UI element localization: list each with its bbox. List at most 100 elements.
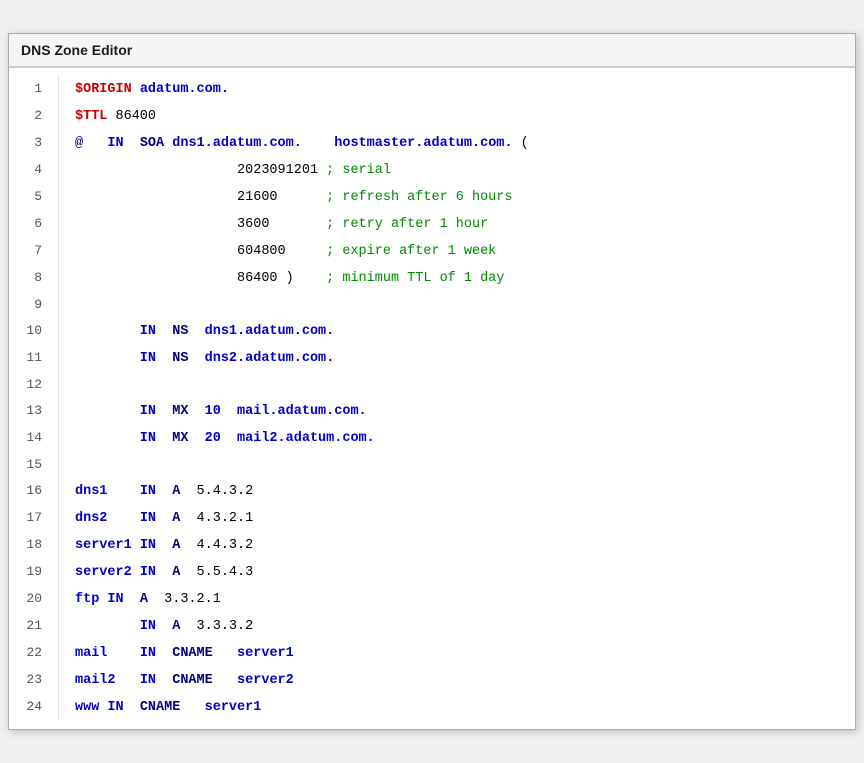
code-segment: 604800	[75, 244, 326, 259]
code-segment: ; serial	[326, 163, 391, 178]
code-segment: IN	[140, 565, 172, 580]
code-content: dns1 IN A 5.4.3.2	[75, 479, 855, 505]
code-content: $ORIGIN adatum.com.	[75, 77, 855, 103]
table-row: 20ftp IN A 3.3.2.1	[9, 586, 855, 613]
code-segment: ; minimum TTL of 1 day	[326, 271, 504, 286]
code-segment: dns1.adatum.com.	[164, 136, 326, 151]
code-segment: www	[75, 700, 107, 715]
code-segment: IN	[75, 404, 172, 419]
table-row: 1$ORIGIN adatum.com.	[9, 76, 855, 103]
code-segment: 20 mail2.adatum.com.	[188, 431, 374, 446]
code-segment: 86400 )	[75, 271, 326, 286]
code-content: 21600 ; refresh after 6 hours	[75, 185, 855, 211]
code-segment: server1	[213, 646, 294, 661]
code-content: 2023091201 ; serial	[75, 158, 855, 184]
code-content: mail IN CNAME server1	[75, 641, 855, 667]
code-content: IN NS dns2.adatum.com.	[75, 346, 855, 372]
code-segment: dns1.adatum.com.	[188, 324, 334, 339]
table-row: 2 $TTL 86400	[9, 103, 855, 130]
code-segment: 3.3.3.2	[180, 619, 253, 634]
table-row: 12	[9, 372, 855, 398]
code-segment: MX	[172, 431, 188, 446]
title-bar: DNS Zone Editor	[9, 34, 855, 68]
code-segment: IN	[140, 511, 172, 526]
code-segment: dns1	[75, 484, 140, 499]
line-number: 18	[9, 532, 59, 558]
window-title: DNS Zone Editor	[21, 42, 132, 58]
table-row: 17dns2 IN A 4.3.2.1	[9, 505, 855, 532]
code-segment: 86400	[107, 109, 156, 124]
code-segment: 4.4.3.2	[180, 538, 253, 553]
table-row: 8 86400 ) ; minimum TTL of 1 day	[9, 265, 855, 292]
line-number: 7	[9, 238, 59, 264]
line-number: 22	[9, 640, 59, 666]
code-segment: dns2.adatum.com.	[188, 351, 334, 366]
table-row: 15	[9, 452, 855, 478]
code-segment: server2	[75, 565, 140, 580]
code-segment: CNAME	[172, 673, 213, 688]
line-number: 24	[9, 694, 59, 720]
code-segment: SOA	[140, 136, 164, 151]
line-number: 13	[9, 398, 59, 424]
line-number: 6	[9, 211, 59, 237]
code-content: $TTL 86400	[75, 104, 855, 130]
code-segment: 5.5.4.3	[180, 565, 253, 580]
code-segment: IN	[83, 136, 140, 151]
code-content: server2 IN A 5.5.4.3	[75, 560, 855, 586]
code-segment: 21600	[75, 190, 326, 205]
table-row: 16 dns1 IN A 5.4.3.2	[9, 478, 855, 505]
table-row: 3 @ IN SOA dns1.adatum.com. hostmaster.ad…	[9, 130, 855, 157]
code-content: IN MX 10 mail.adatum.com.	[75, 399, 855, 425]
code-segment: ; retry after 1 hour	[326, 217, 488, 232]
line-number: 17	[9, 505, 59, 531]
code-segment: IN	[140, 484, 172, 499]
code-segment: IN	[140, 538, 172, 553]
line-number: 4	[9, 157, 59, 183]
line-number: 21	[9, 613, 59, 639]
code-segment: mail2	[75, 673, 140, 688]
code-segment: MX	[172, 404, 188, 419]
code-segment: IN	[75, 351, 172, 366]
code-segment: IN	[107, 592, 139, 607]
editor-body[interactable]: 1$ORIGIN adatum.com.2 $TTL 86400 3 @ IN SOA…	[9, 68, 855, 729]
code-content: IN NS dns1.adatum.com.	[75, 319, 855, 345]
line-number: 2	[9, 103, 59, 129]
code-segment: 4.3.2.1	[180, 511, 253, 526]
code-segment: A	[140, 592, 148, 607]
code-segment: ; refresh after 6 hours	[326, 190, 512, 205]
code-segment: IN	[107, 700, 139, 715]
code-segment: server1	[75, 538, 140, 553]
line-number: 20	[9, 586, 59, 612]
line-number: 16	[9, 478, 59, 504]
code-segment: NS	[172, 351, 188, 366]
table-row: 10 IN NS dns1.adatum.com.	[9, 318, 855, 345]
code-segment: 10 mail.adatum.com.	[188, 404, 366, 419]
code-segment: 5.4.3.2	[180, 484, 253, 499]
line-number: 3	[9, 130, 59, 156]
code-segment: IN	[140, 673, 172, 688]
code-segment: IN	[75, 431, 172, 446]
table-row: 14 IN MX 20 mail2.adatum.com.	[9, 425, 855, 452]
code-segment: IN	[140, 619, 172, 634]
code-segment: @	[75, 136, 83, 151]
code-segment: dns2	[75, 511, 140, 526]
table-row: 5 21600 ; refresh after 6 hours	[9, 184, 855, 211]
line-number: 8	[9, 265, 59, 291]
table-row: 18server1 IN A 4.4.3.2	[9, 532, 855, 559]
line-number: 23	[9, 667, 59, 693]
code-segment: 3600	[75, 217, 326, 232]
code-segment: CNAME	[140, 700, 181, 715]
code-segment: 3.3.2.1	[148, 592, 221, 607]
code-content: mail2 IN CNAME server2	[75, 668, 855, 694]
line-number: 12	[9, 372, 59, 398]
table-row: 4 2023091201 ; serial	[9, 157, 855, 184]
code-content: @ IN SOA dns1.adatum.com. hostmaster.ada…	[75, 131, 855, 157]
line-number: 14	[9, 425, 59, 451]
code-content: 604800 ; expire after 1 week	[75, 239, 855, 265]
code-segment: (	[513, 136, 529, 151]
table-row: 23 mail2 IN CNAME server2	[9, 667, 855, 694]
code-content: 3600 ; retry after 1 hour	[75, 212, 855, 238]
code-segment: NS	[172, 324, 188, 339]
table-row: 9	[9, 292, 855, 318]
table-row: 21 IN A 3.3.3.2	[9, 613, 855, 640]
